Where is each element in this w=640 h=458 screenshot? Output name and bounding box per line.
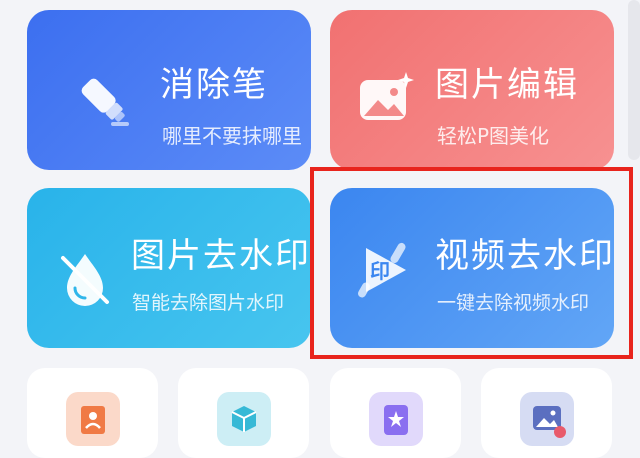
eraser-pen-icon xyxy=(73,70,137,138)
video-watermark-card[interactable]: 印 视频去水印 一键去除视频水印 xyxy=(330,188,614,348)
star-doc-icon xyxy=(369,392,423,446)
card-subtitle: 轻松P图美化 xyxy=(437,124,550,148)
svg-text:印: 印 xyxy=(370,259,390,283)
video-stamp-icon: 印 xyxy=(354,238,418,306)
image-repair-icon xyxy=(520,392,574,446)
card-title: 图片编辑 xyxy=(435,65,579,105)
card-title: 消除笔 xyxy=(160,65,268,105)
portrait-frame-icon xyxy=(66,392,120,446)
card-title: 图片去水印 xyxy=(131,236,311,276)
scroll-indicator xyxy=(628,0,640,160)
water-drop-icon xyxy=(53,248,117,316)
photo-edit-card[interactable]: 图片编辑 轻松P图美化 xyxy=(330,10,614,170)
card-subtitle: 一键去除视频水印 xyxy=(437,292,590,314)
image-sparkle-icon xyxy=(354,68,418,136)
card-subtitle: 智能去除图片水印 xyxy=(132,292,285,314)
eraser-pen-card[interactable]: 消除笔 哪里不要抹哪里 xyxy=(27,10,311,170)
box-scan-icon xyxy=(217,392,271,446)
card-title: 视频去水印 xyxy=(435,236,614,276)
card-subtitle: 哪里不要抹哪里 xyxy=(162,124,302,148)
image-watermark-card[interactable]: 图片去水印 智能去除图片水印 xyxy=(27,188,311,348)
